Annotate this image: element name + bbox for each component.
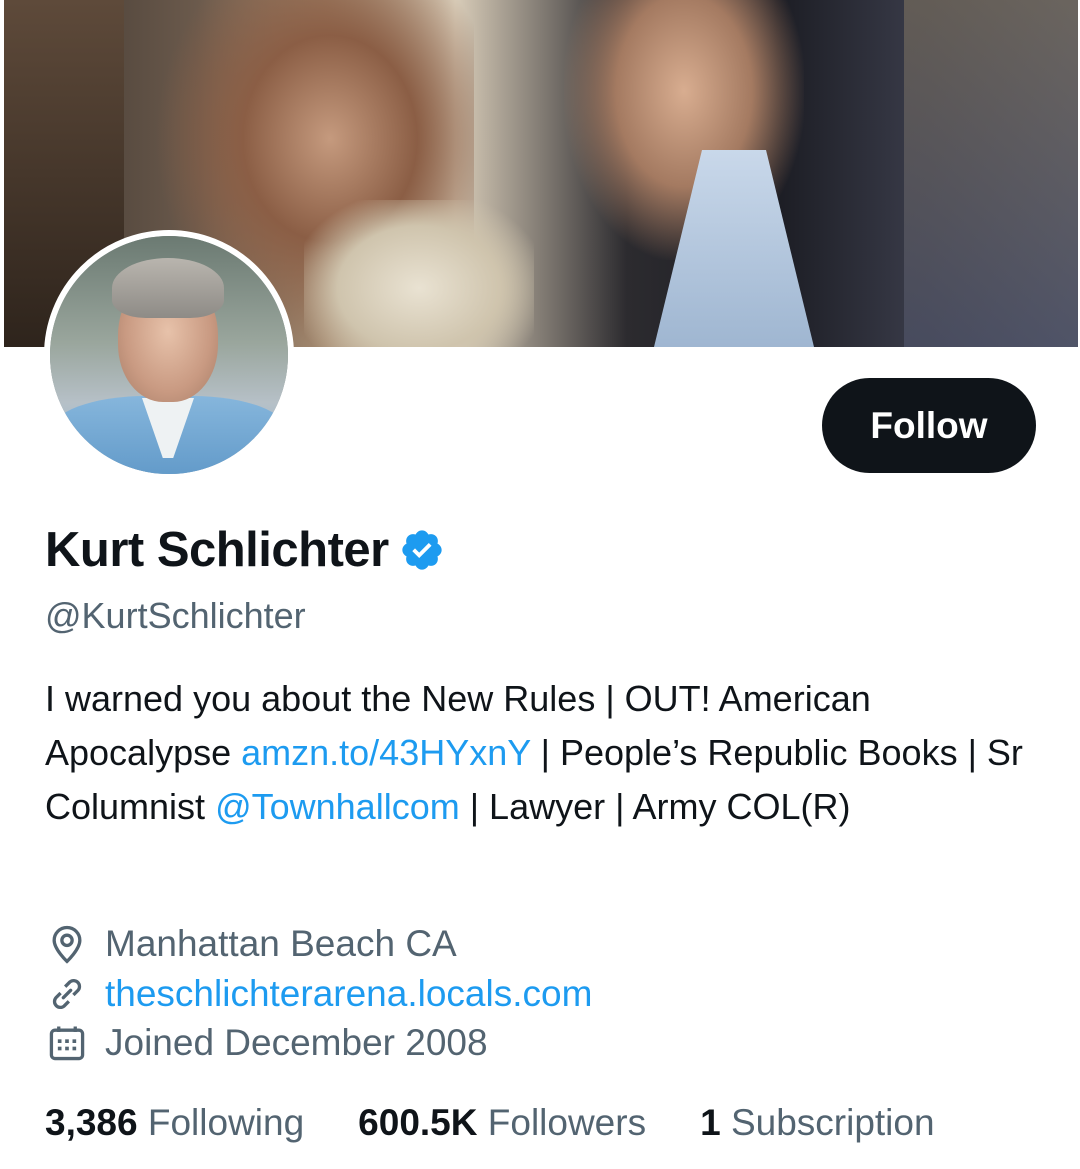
subscriptions-count: 1 — [700, 1102, 721, 1143]
verified-badge-icon[interactable] — [399, 527, 445, 573]
location-pin-icon — [45, 922, 89, 966]
calendar-icon — [45, 1021, 89, 1065]
profile-avatar[interactable] — [44, 230, 294, 480]
bio-link-amazon[interactable]: amzn.to/43HYxnY — [241, 732, 531, 773]
followers-label: Followers — [487, 1102, 647, 1143]
username-handle: @KurtSchlichter — [45, 595, 306, 636]
following-count: 3,386 — [45, 1102, 138, 1143]
followers-count: 600.5K — [358, 1102, 478, 1143]
profile-location: Manhattan Beach CA — [45, 922, 457, 966]
followers-stat[interactable]: 600.5K Followers — [358, 1102, 646, 1144]
link-icon — [45, 972, 89, 1016]
location-text: Manhattan Beach CA — [105, 923, 457, 964]
subscriptions-label: Subscription — [730, 1102, 935, 1143]
follow-button[interactable]: Follow — [822, 378, 1036, 473]
bio-text: | Lawyer | Army COL(R) — [459, 786, 851, 827]
following-stat[interactable]: 3,386 Following — [45, 1102, 304, 1144]
website-link[interactable]: theschlichterarena.locals.com — [105, 973, 592, 1015]
name-row: Kurt Schlichter — [45, 522, 445, 578]
display-name: Kurt Schlichter — [45, 523, 389, 577]
following-label: Following — [147, 1102, 305, 1143]
profile-bio: I warned you about the New Rules | OUT! … — [45, 672, 1035, 834]
joined-text: Joined December 2008 — [105, 1022, 488, 1063]
profile-website[interactable]: theschlichterarena.locals.com — [45, 972, 592, 1016]
profile-joined-date: Joined December 2008 — [45, 1021, 488, 1065]
bio-mention-townhall[interactable]: @Townhallcom — [215, 786, 460, 827]
subscriptions-stat[interactable]: 1 Subscription — [700, 1102, 934, 1144]
profile-stats: 3,386 Following 600.5K Followers 1 Subsc… — [45, 1102, 989, 1144]
